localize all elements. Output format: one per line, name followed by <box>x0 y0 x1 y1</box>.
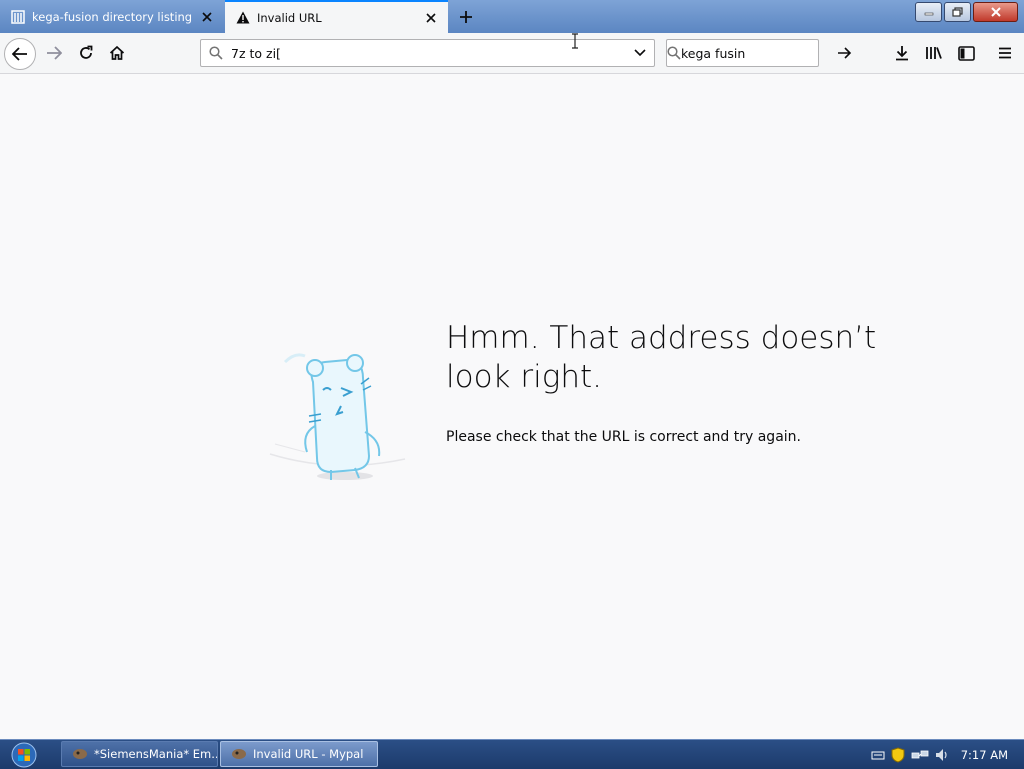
system-tray: 7:17 AM <box>871 740 1024 769</box>
confused-animal-illustration <box>265 344 415 488</box>
url-input[interactable] <box>231 45 626 61</box>
arrow-right-icon <box>838 47 852 59</box>
volume-icon[interactable] <box>935 748 949 762</box>
library-button[interactable] <box>918 37 950 69</box>
library-icon <box>926 47 942 59</box>
search-icon <box>201 46 231 60</box>
search-go-button[interactable] <box>837 47 852 59</box>
tab-kega-fusion[interactable]: kega-fusion directory listing <box>0 0 224 33</box>
tab-title: kega-fusion directory listing <box>32 9 193 24</box>
text-cursor-icon <box>571 33 579 53</box>
security-shield-icon[interactable] <box>891 746 905 763</box>
library-icon <box>10 9 26 25</box>
network-icon[interactable] <box>911 748 929 762</box>
restore-button[interactable] <box>944 2 971 22</box>
sidebar-icon <box>957 45 975 61</box>
close-tab-icon[interactable] <box>418 5 444 31</box>
taskbar: *SiemensMania* Em... Invalid URL - Mypal… <box>0 739 1024 769</box>
forward-button[interactable] <box>38 37 70 69</box>
home-icon <box>109 45 125 60</box>
chevron-down-icon[interactable] <box>626 49 654 57</box>
error-description: Please check that the URL is correct and… <box>446 429 801 445</box>
back-button[interactable] <box>4 38 36 70</box>
taskbar-item-label: Invalid URL - Mypal <box>253 747 364 761</box>
tab-strip: kega-fusion directory listing Invalid UR… <box>0 0 1024 33</box>
hamburger-menu-icon <box>999 47 1011 59</box>
url-bar[interactable] <box>200 39 655 67</box>
error-title: Hmm. That address doesn’t look right. <box>446 320 877 395</box>
downloads-button[interactable] <box>886 37 918 69</box>
search-bar[interactable] <box>666 39 852 67</box>
tab-invalid-url[interactable]: Invalid URL <box>225 0 448 33</box>
search-icon <box>667 46 681 60</box>
sidebar-button[interactable] <box>950 37 982 69</box>
new-tab-button[interactable] <box>453 4 479 30</box>
minimize-button[interactable] <box>915 2 942 22</box>
error-page: Hmm. That address doesn’t look right. Pl… <box>0 74 1024 739</box>
navigation-toolbar <box>0 33 1024 74</box>
windows-logo-icon <box>11 742 37 768</box>
taskbar-item-invalid-url[interactable]: Invalid URL - Mypal <box>220 741 378 767</box>
start-button[interactable] <box>6 741 42 769</box>
browser-app-icon <box>231 747 247 761</box>
forward-arrow-icon <box>47 46 62 60</box>
warning-icon <box>235 10 251 26</box>
plus-icon <box>460 11 472 23</box>
home-button[interactable] <box>101 37 133 69</box>
taskbar-item-label: *SiemensMania* Em... <box>94 747 218 761</box>
search-input[interactable] <box>681 45 837 61</box>
reload-icon <box>80 45 93 59</box>
close-window-button[interactable] <box>973 2 1018 22</box>
window-controls <box>915 2 1018 22</box>
keyboard-icon[interactable] <box>871 750 885 760</box>
download-icon <box>896 46 908 61</box>
reload-button[interactable] <box>70 37 102 69</box>
clock[interactable]: 7:17 AM <box>961 748 1008 762</box>
tab-title: Invalid URL <box>257 10 322 25</box>
browser-app-icon <box>72 747 88 761</box>
back-arrow-icon <box>12 47 27 61</box>
close-tab-icon[interactable] <box>194 4 220 30</box>
taskbar-item-siemensmania[interactable]: *SiemensMania* Em... <box>61 741 218 767</box>
menu-button[interactable] <box>989 37 1021 69</box>
